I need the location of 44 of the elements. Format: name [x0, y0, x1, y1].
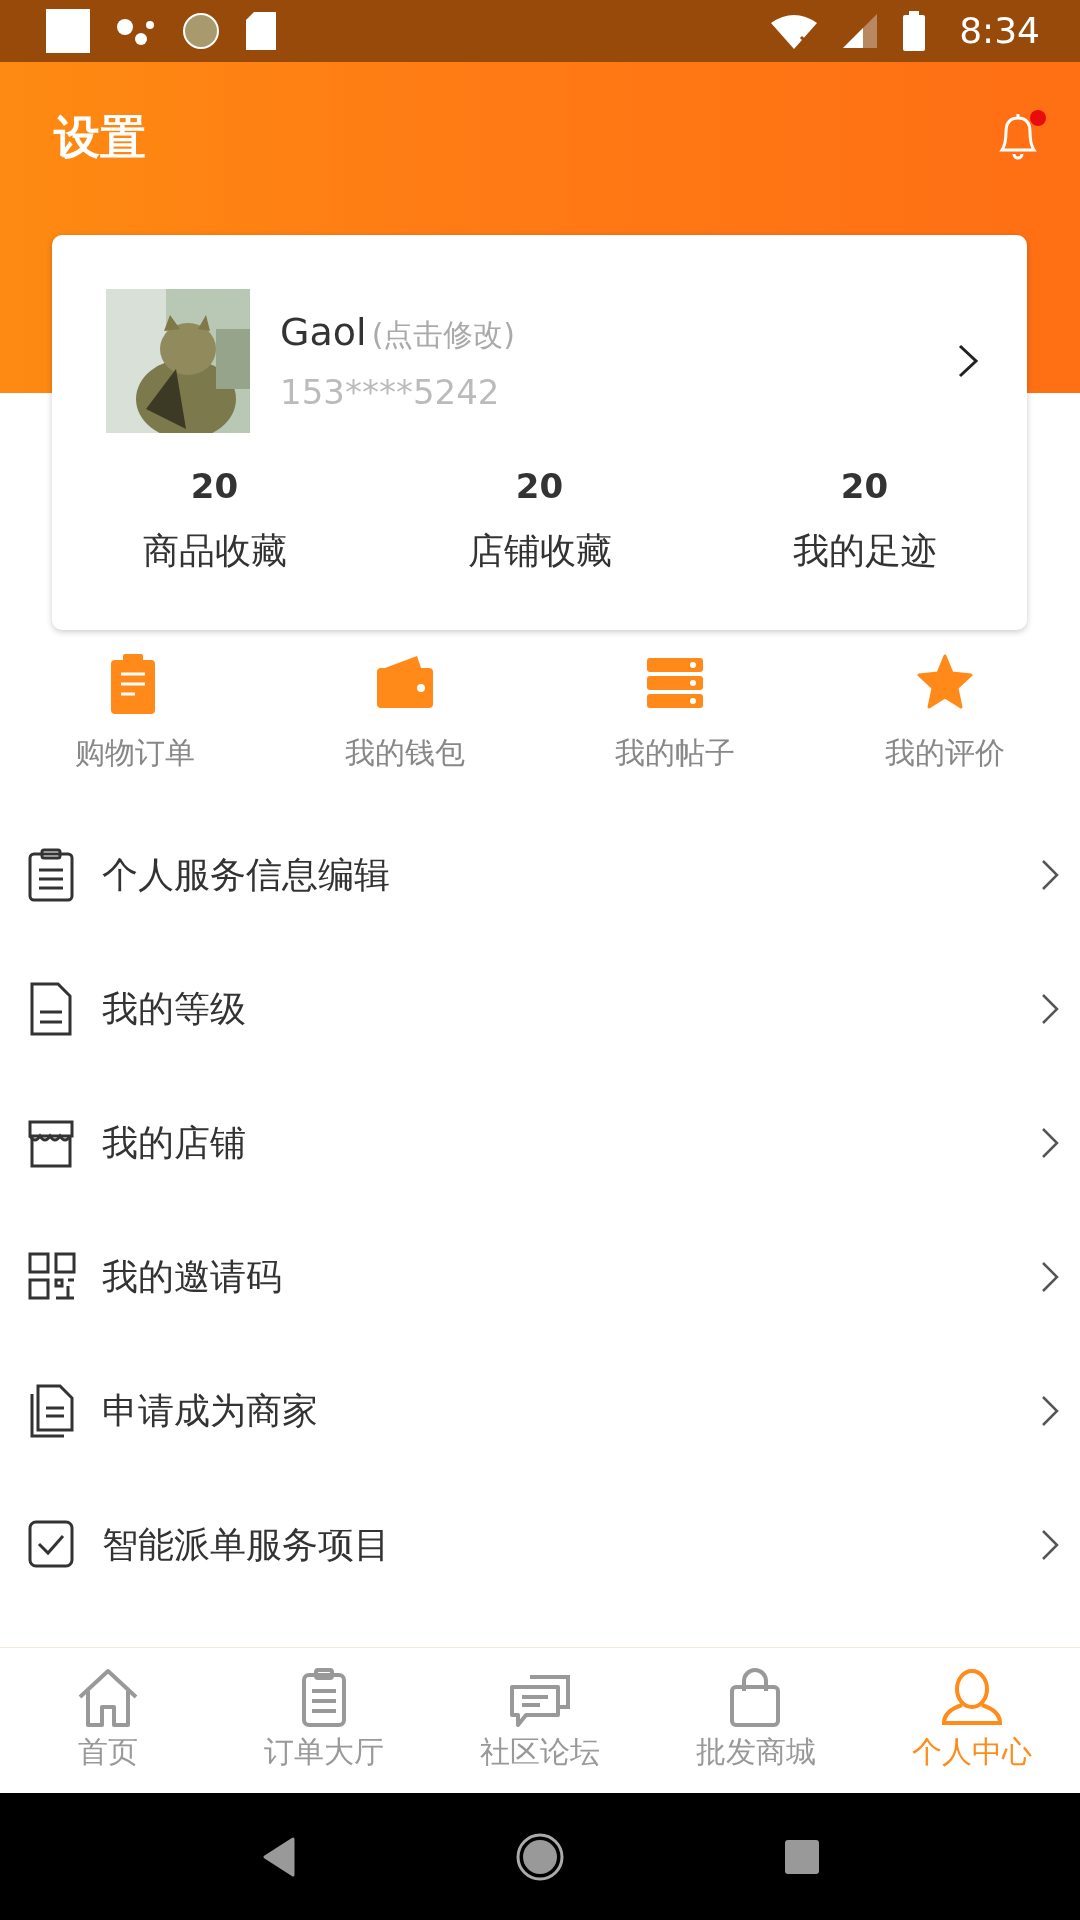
- menu-label: 我的邀请码: [102, 1255, 283, 1299]
- menu-item[interactable]: 智能派单服务项目: [0, 1478, 1080, 1612]
- action-label[interactable]: 购物订单: [75, 730, 195, 775]
- recents-icon[interactable]: [785, 1839, 820, 1874]
- menu-item[interactable]: 我的店铺: [0, 1076, 1080, 1210]
- stat-label[interactable]: 我的足迹: [702, 524, 1027, 578]
- menu-label: 申请成为商家: [102, 1389, 319, 1433]
- battery-icon: [903, 11, 926, 51]
- stat-label[interactable]: 商品收藏: [52, 524, 377, 578]
- phone-number: 153****5242: [280, 371, 501, 414]
- stat-value: 20: [839, 465, 890, 508]
- wifi-icon: [771, 13, 818, 49]
- chevron-right-icon: [1040, 992, 1060, 1026]
- menu-item[interactable]: 个人服务信息编辑: [0, 808, 1080, 942]
- profile-card[interactable]: Gaol(点击修改) 153****5242 20 商品收藏 20 店铺收藏 20 我的足迹: [52, 235, 1027, 630]
- chevron-right-icon: [1040, 1260, 1060, 1294]
- chevron-right-icon: [1040, 1394, 1060, 1428]
- app-icon: [46, 9, 90, 53]
- chevron-right-icon: [1040, 858, 1060, 892]
- dial-icon: [182, 12, 220, 50]
- page-title: 设置: [54, 110, 146, 166]
- menu-item[interactable]: 我的邀请码: [0, 1210, 1080, 1344]
- sd-card-icon: [246, 12, 276, 50]
- home-icon: [76, 1667, 140, 1729]
- menu-label: 我的等级: [102, 987, 247, 1031]
- clipboard-icon: [26, 848, 76, 902]
- stat-value: 20: [514, 465, 565, 508]
- clock: 8:34: [959, 9, 1040, 53]
- menu-label: 我的店铺: [102, 1121, 247, 1165]
- stat-value: 20: [189, 465, 240, 508]
- home-button-icon[interactable]: [516, 1832, 564, 1881]
- stat-label[interactable]: 店铺收藏: [377, 524, 702, 578]
- menu-item[interactable]: 我的等级: [0, 942, 1080, 1076]
- user-name: Gaol: [280, 310, 367, 354]
- menu-label: 个人服务信息编辑: [102, 853, 391, 897]
- signal-icon: [843, 14, 878, 48]
- menu-label: 智能派单服务项目: [102, 1523, 391, 1567]
- chevron-right-icon: [1040, 1126, 1060, 1160]
- chevron-right-icon: [1040, 1528, 1060, 1562]
- menu-item[interactable]: 申请成为商家: [0, 1344, 1080, 1478]
- action-label[interactable]: 我的评价: [885, 730, 1005, 775]
- action-label[interactable]: 我的钱包: [345, 730, 465, 775]
- chevron-right-icon[interactable]: [957, 343, 979, 379]
- action-label[interactable]: 我的帖子: [615, 730, 735, 775]
